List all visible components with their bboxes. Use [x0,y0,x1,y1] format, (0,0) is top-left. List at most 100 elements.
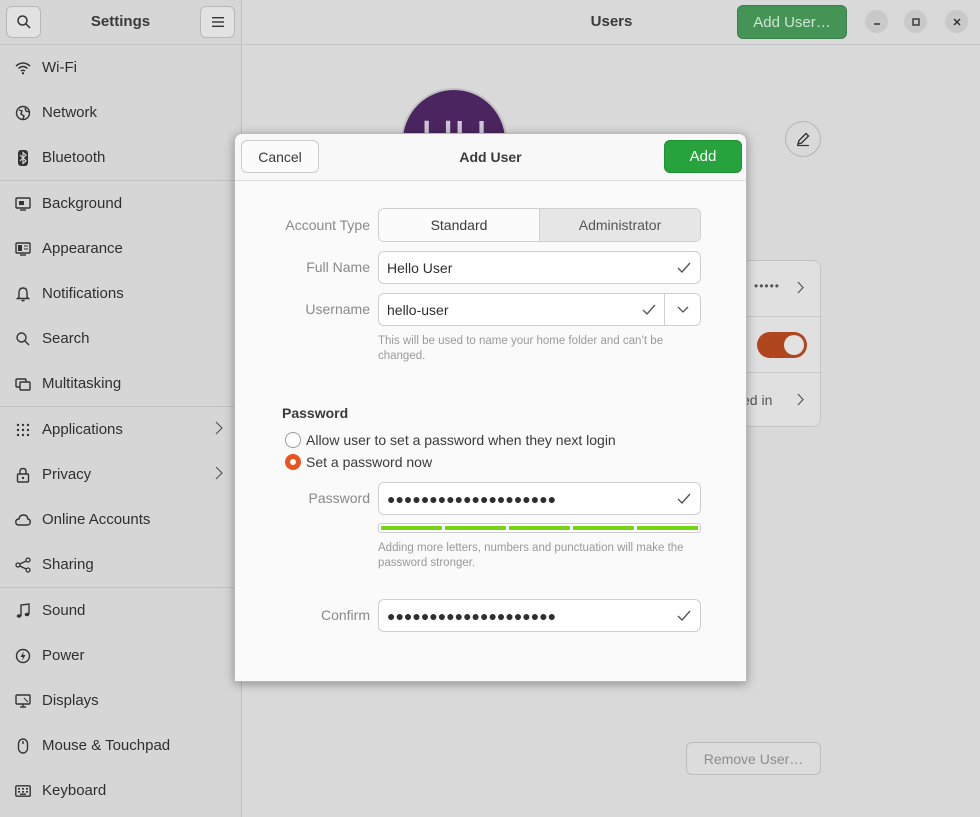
radio-label: Allow user to set a password when they n… [306,432,616,448]
username-suggestions-button[interactable] [664,294,700,325]
remove-user-button[interactable]: Remove User… [686,742,821,775]
edit-name-button[interactable] [785,121,821,157]
sidebar-item-label: Network [42,104,98,121]
check-icon [677,609,691,625]
check-icon [677,492,691,508]
sidebar-item-label: Sharing [42,556,94,573]
sidebar-item-sound[interactable]: Sound [0,588,241,633]
auto-login-row [744,317,820,373]
background-icon [13,196,33,212]
sidebar-item-search[interactable]: Search [0,316,241,361]
sidebar-item-notifications[interactable]: Notifications [0,271,241,316]
minimize-icon [873,22,880,25]
radio-button-selected[interactable] [285,454,301,470]
sidebar-item-label: Applications [42,421,123,438]
chevron-right-icon [215,421,223,438]
sidebar-item-label: Background [42,195,123,212]
password-input[interactable]: ●●●●●●●●●●●●●●●●●●●● [378,482,701,515]
username-label: Username [305,301,370,317]
multitasking-icon [13,376,33,392]
keyboard-icon [13,784,33,797]
sidebar-item-label: Displays [42,692,99,709]
radio-next-login[interactable]: Allow user to set a password when they n… [285,432,616,448]
strength-segment [509,526,570,530]
sidebar-item-label: Bluetooth [42,149,106,166]
close-button[interactable] [945,10,968,33]
check-icon [677,261,691,277]
full-name-value: Hello User [387,259,453,276]
add-button[interactable]: Add [664,140,742,173]
sidebar-item-label: Online Accounts [42,511,151,528]
sidebar-item-label: Notifications [42,285,124,302]
menu-button[interactable] [200,6,235,38]
account-type-label: Account Type [285,217,370,233]
sidebar-item-online-accounts[interactable]: Online Accounts [0,497,241,542]
sidebar-item-network[interactable]: Network [0,90,241,135]
music-note-icon [13,602,33,619]
password-row[interactable]: ••••• [744,261,820,317]
bell-icon [13,286,33,302]
add-user-dialog: Cancel Add User Add Account Type Standar… [234,133,747,682]
confirm-password-input[interactable]: ●●●●●●●●●●●●●●●●●●●● [378,599,701,632]
mouse-icon [13,737,33,754]
display-icon [13,693,33,709]
strength-segment [637,526,698,530]
sidebar-item-label: Power [42,647,85,664]
sidebar-item-label: Mouse & Touchpad [42,737,171,754]
sidebar-item-background[interactable]: Background [0,181,241,226]
sidebar-item-displays[interactable]: Displays [0,678,241,723]
header-bar: Users Add User… [243,0,980,45]
sidebar-item-appearance[interactable]: Appearance [0,226,241,271]
radio-set-now[interactable]: Set a password now [285,454,432,470]
auto-login-toggle[interactable] [757,332,807,358]
password-strength-hint: Adding more letters, numbers and punctua… [378,542,684,569]
user-settings-card: ••••• ed in [742,260,821,429]
radio-button[interactable] [285,432,301,448]
dialog-header: Cancel Add User Add [235,134,746,181]
confirm-label: Confirm [320,607,370,623]
sidebar-item-privacy[interactable]: Privacy [0,452,241,497]
add-user-button[interactable]: Add User… [737,5,847,39]
password-value: ●●●●●●●●●●●●●●●●●●●● [387,490,557,507]
strength-segment [445,526,506,530]
account-activity-row[interactable]: ed in [742,373,820,429]
radio-label: Set a password now [306,454,433,470]
search-icon [13,331,33,347]
sidebar-item-label: Keyboard [42,782,107,799]
account-type-switcher: Standard Administrator [378,208,701,242]
sidebar-item-applications[interactable]: Applications [0,407,241,452]
sidebar-item-keyboard[interactable]: Keyboard [0,768,241,813]
password-section-title: Password [282,405,349,421]
close-icon [952,17,961,26]
password-label: Password [308,490,370,506]
cloud-icon [13,513,33,526]
sidebar: Settings Wi-Fi Network Bluetooth Backgro… [0,0,242,817]
sidebar-item-label: Wi-Fi [42,59,77,76]
grid-icon [13,423,33,437]
sidebar-item-label: Sound [42,602,86,619]
sidebar-item-bluetooth[interactable]: Bluetooth [0,135,241,180]
sidebar-item-wifi[interactable]: Wi-Fi [0,45,241,90]
maximize-button[interactable] [904,10,927,33]
sidebar-item-power[interactable]: Power [0,633,241,678]
account-type-standard[interactable]: Standard [379,209,539,241]
sidebar-item-label: Search [42,330,90,347]
chevron-right-icon [797,281,804,297]
username-field[interactable]: hello-user [378,293,701,326]
full-name-field[interactable]: Hello User [378,251,701,284]
sidebar-item-label: Multitasking [42,375,122,392]
hamburger-icon [211,17,224,27]
sidebar-item-multitasking[interactable]: Multitasking [0,361,241,406]
strength-segment [381,526,442,530]
chevron-right-icon [797,393,804,409]
bluetooth-icon [13,149,33,166]
sidebar-item-mouse-touchpad[interactable]: Mouse & Touchpad [0,723,241,768]
maximize-icon [911,17,920,26]
password-dots: ••••• [754,279,781,293]
sidebar-item-sharing[interactable]: Sharing [0,542,241,587]
password-strength-bar [378,523,701,533]
share-icon [13,556,33,573]
account-type-administrator[interactable]: Administrator [539,209,700,241]
full-name-label: Full Name [306,259,370,275]
minimize-button[interactable] [865,10,888,33]
